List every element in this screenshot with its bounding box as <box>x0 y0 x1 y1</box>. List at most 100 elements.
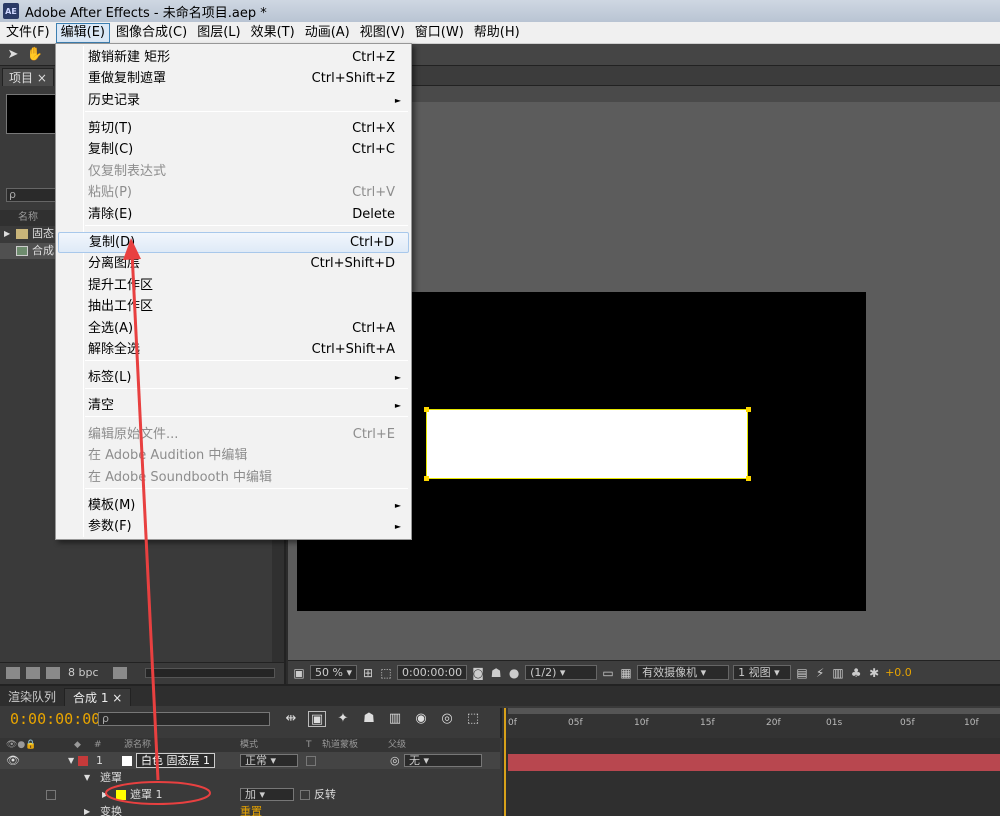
source-name-column[interactable]: 源名称 <box>124 738 151 752</box>
mask-vertex-handle[interactable] <box>746 476 751 481</box>
eye-icon[interactable]: 👁 <box>6 752 20 769</box>
mask-eye-toggle[interactable] <box>46 790 56 800</box>
edit-menu-item-14[interactable]: 标签(L) ► <box>58 367 409 388</box>
mask-visibility-icon[interactable]: ⬚ <box>379 666 393 680</box>
resolution-dropdown[interactable]: (1/2) ▾ <box>525 665 598 680</box>
tab-render-queue[interactable]: 渲染队列 <box>0 688 64 706</box>
menu-item-0[interactable]: 文件(F) <box>2 23 54 43</box>
new-composition-icon[interactable] <box>46 666 60 679</box>
edit-menu-item-0[interactable]: 撤销新建 矩形 Ctrl+Z <box>58 47 409 68</box>
mask-rectangle[interactable] <box>426 409 748 479</box>
layer-expand-arrow-icon[interactable]: ▼ <box>68 752 74 769</box>
fast-preview-icon[interactable]: ⚡ <box>813 666 827 680</box>
mask-invert-checkbox[interactable] <box>300 790 310 800</box>
menu-item-2[interactable]: 图像合成(C) <box>112 23 191 43</box>
layer-duration-bar[interactable] <box>508 754 1000 771</box>
t-column[interactable]: T <box>306 738 312 752</box>
toggle-pixel-aspect-icon[interactable]: ▤ <box>795 666 809 680</box>
av-features-icon[interactable]: 👁●🔒 <box>6 738 37 752</box>
transform-reset-link[interactable]: 重置 <box>240 803 262 816</box>
menu-item-6[interactable]: 视图(V) <box>356 23 409 43</box>
edit-menu-item-6[interactable]: 粘贴(P) Ctrl+V <box>58 182 409 203</box>
work-area-bar[interactable] <box>508 708 1000 714</box>
blend-mode-dropdown[interactable]: 正常 ▾ <box>240 754 298 767</box>
project-horizontal-scrollbar[interactable] <box>144 667 275 678</box>
zoom-dropdown[interactable]: 50 % ▾ <box>310 665 357 680</box>
edit-menu-item-20[interactable]: 参数(F) ► <box>58 516 409 537</box>
channel-icon[interactable]: ● <box>507 666 521 680</box>
edit-menu-item-12[interactable]: 全选(A) Ctrl+A <box>58 318 409 339</box>
edit-menu-item-18[interactable]: 在 Adobe Soundbooth 中编辑 <box>58 467 409 488</box>
bit-depth-button[interactable]: 8 bpc <box>68 666 99 679</box>
graph-editor-icon[interactable]: ◎ <box>438 711 456 727</box>
grid-icon[interactable]: ⊞ <box>361 666 375 680</box>
tab-project[interactable]: 项目 × <box>2 68 54 86</box>
time-ruler[interactable]: 0f 05f 10f 15f 20f 01s 05f 10f <box>500 708 1000 738</box>
mask-vertex-handle[interactable] <box>424 407 429 412</box>
menu-item-4[interactable]: 效果(T) <box>247 23 299 43</box>
layer-label-color[interactable] <box>78 756 88 766</box>
mask-mode-dropdown[interactable]: 加 ▾ <box>240 788 294 801</box>
new-folder-icon[interactable] <box>26 666 40 679</box>
layer-row[interactable]: 👁 ▼ 1 白色 固态层 1 正常 ▾ ◎ 无 ▾ <box>0 752 500 769</box>
interpret-footage-icon[interactable] <box>6 666 20 679</box>
mask-vertex-handle[interactable] <box>746 407 751 412</box>
edit-menu-item-13[interactable]: 解除全选 Ctrl+Shift+A <box>58 339 409 360</box>
edit-menu-item-8[interactable]: 复制(D) Ctrl+D <box>58 232 409 253</box>
snapshot-icon[interactable]: ◙ <box>471 666 485 680</box>
parent-dropdown[interactable]: 无 ▾ <box>404 754 482 767</box>
label-icon[interactable]: ◆ <box>74 738 81 752</box>
track-matte-column[interactable]: 轨道蒙板 <box>322 738 358 752</box>
layer-name[interactable]: 白色 固态层 1 <box>136 753 215 768</box>
motion-blur-icon[interactable]: ◉ <box>412 711 430 727</box>
current-time-display[interactable]: 0:00:00:00 <box>10 710 100 728</box>
parent-column[interactable]: 父级 <box>388 738 406 752</box>
transparency-grid-icon[interactable]: ▦ <box>619 666 633 680</box>
timeline-icon[interactable]: ▥ <box>831 666 845 680</box>
preserve-transparency-checkbox[interactable] <box>306 756 316 766</box>
mask-vertex-handle[interactable] <box>424 476 429 481</box>
hand-tool-icon[interactable]: ✋ <box>26 46 44 64</box>
masks-expand-arrow-icon[interactable]: ▼ <box>84 769 90 786</box>
flowchart-icon[interactable]: ♣ <box>849 666 863 680</box>
timeline-graph-area[interactable] <box>502 738 1000 816</box>
edit-menu-item-3[interactable]: 剪切(T) Ctrl+X <box>58 118 409 139</box>
edit-menu-item-7[interactable]: 清除(E) Delete <box>58 204 409 225</box>
show-snapshot-icon[interactable]: ☗ <box>489 666 503 680</box>
draft-3d-icon[interactable]: ✦ <box>334 711 352 727</box>
composition-mini-flowchart-icon[interactable]: ⇹ <box>282 711 300 727</box>
views-dropdown[interactable]: 1 视图 ▾ <box>733 665 792 680</box>
layer-search-input[interactable]: ρ <box>98 712 270 726</box>
selection-tool-icon[interactable]: ➤ <box>4 46 22 64</box>
transform-expand-arrow-icon[interactable]: ▶ <box>84 803 90 816</box>
edit-menu-item-16[interactable]: 编辑原始文件... Ctrl+E <box>58 424 409 445</box>
edit-menu-item-4[interactable]: 复制(C) Ctrl+C <box>58 139 409 160</box>
masks-group-row[interactable]: ▼ 遮罩 <box>0 769 500 786</box>
edit-menu-item-2[interactable]: 历史记录 ► <box>58 90 409 111</box>
expand-arrow-icon[interactable]: ▶ <box>4 226 10 242</box>
current-time-indicator[interactable] <box>504 708 506 816</box>
hide-shy-layers-icon[interactable]: ☗ <box>360 711 378 727</box>
menu-item-5[interactable]: 动画(A) <box>301 23 354 43</box>
mask-name[interactable]: 遮罩 1 <box>130 786 163 803</box>
brainstorm-icon[interactable]: ⬚ <box>464 711 482 727</box>
edit-menu-item-1[interactable]: 重做复制遮罩 Ctrl+Shift+Z <box>58 68 409 89</box>
edit-menu-item-19[interactable]: 模板(M) ► <box>58 495 409 516</box>
mode-column[interactable]: 模式 <box>240 738 258 752</box>
menu-item-3[interactable]: 图层(L) <box>193 23 244 43</box>
exposure-value[interactable]: +0.0 <box>885 666 912 679</box>
menu-item-7[interactable]: 窗口(W) <box>411 23 468 43</box>
exposure-reset-icon[interactable]: ✱ <box>867 666 881 680</box>
edit-menu-item-9[interactable]: 分离图层 Ctrl+Shift+D <box>58 253 409 274</box>
edit-menu-item-5[interactable]: 仅复制表达式 <box>58 161 409 182</box>
edit-menu-item-17[interactable]: 在 Adobe Audition 中编辑 <box>58 445 409 466</box>
menu-item-1[interactable]: 编辑(E) <box>55 22 110 43</box>
region-of-interest-icon[interactable]: ▭ <box>601 666 615 680</box>
always-preview-icon[interactable]: ▣ <box>292 666 306 680</box>
mask-color-swatch[interactable] <box>116 790 126 800</box>
trash-icon[interactable] <box>112 666 127 679</box>
live-update-icon[interactable]: ▣ <box>308 711 326 727</box>
transform-group-row[interactable]: ▶ 变换 重置 <box>0 803 500 816</box>
mask-row[interactable]: ▶ 遮罩 1 加 ▾ 反转 <box>0 786 500 803</box>
menu-item-8[interactable]: 帮助(H) <box>470 23 524 43</box>
